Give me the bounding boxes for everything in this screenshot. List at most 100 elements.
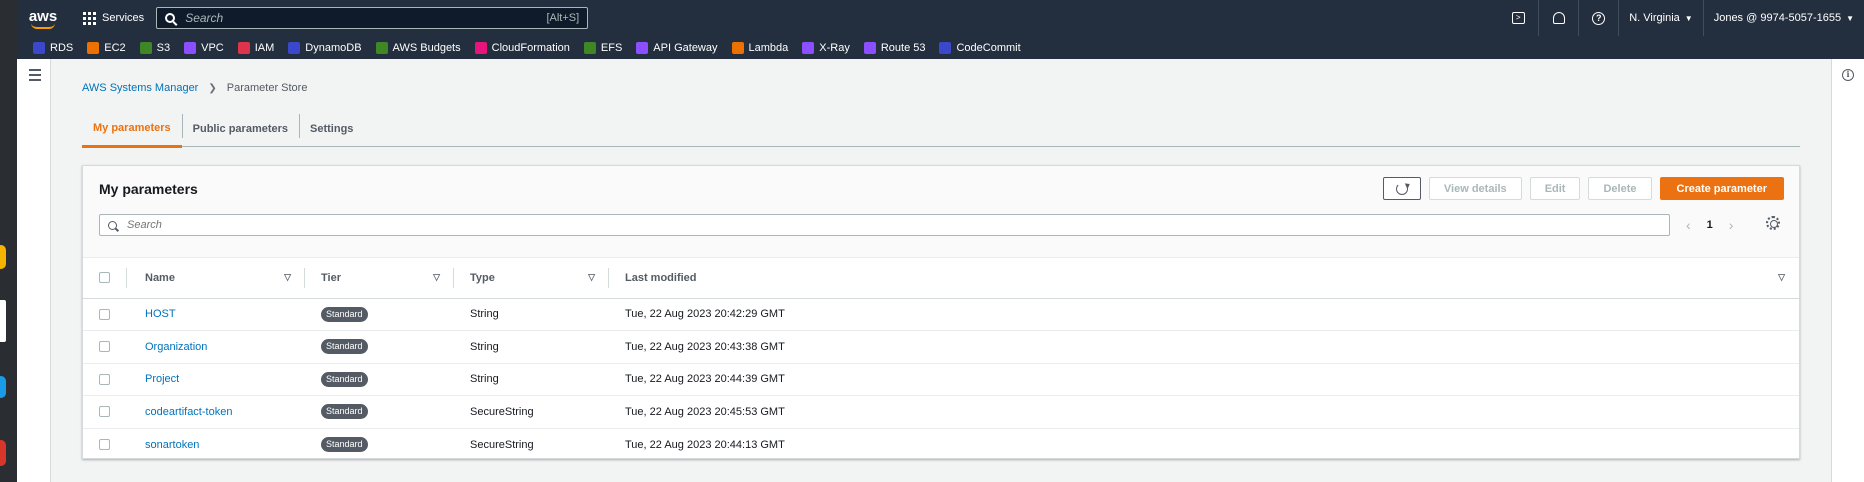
notifications-button[interactable] xyxy=(1538,0,1578,36)
desktop-icon xyxy=(0,440,6,466)
name-cell: codeartifact-token xyxy=(127,395,305,429)
table-row[interactable]: codeartifact-token Standard SecureString Tu… xyxy=(83,395,1799,429)
service-icon xyxy=(288,41,301,54)
service-icon xyxy=(863,41,876,54)
row-select-cell xyxy=(83,395,127,429)
help-icon: ? xyxy=(1592,11,1606,25)
region-selector[interactable]: N. Virginia ▼ xyxy=(1618,0,1702,36)
name-cell: Organization xyxy=(127,330,305,364)
row-checkbox[interactable] xyxy=(99,341,110,353)
favorite-aws-budgets[interactable]: AWS Budgets xyxy=(375,41,461,54)
parameter-name-link[interactable]: HOST xyxy=(145,308,176,320)
top-navigation: aws Services Search [Alt+S] > ? N. Virgi… xyxy=(17,0,1864,36)
create-parameter-button[interactable]: Create parameter xyxy=(1659,177,1784,200)
tier-cell: Standard xyxy=(305,363,454,396)
table-row[interactable]: sonartoken Standard SecureString Tue, 22 Au… xyxy=(83,428,1799,461)
column-header-label: Tier xyxy=(321,271,341,284)
chevron-right-icon: ❯ xyxy=(208,82,217,94)
favorite-label: Route 53 xyxy=(880,41,926,54)
favorite-vpc[interactable]: VPC xyxy=(184,41,224,54)
table-row[interactable]: Organization Standard String Tue, 22 Aug 20… xyxy=(83,330,1799,364)
cloudshell-icon: > xyxy=(1511,12,1525,24)
delete-button[interactable]: Delete xyxy=(1588,177,1652,200)
view-details-button[interactable]: View details xyxy=(1428,177,1522,200)
tab-settings[interactable]: Settings xyxy=(299,111,364,147)
cloudshell-button[interactable]: > xyxy=(1498,0,1538,36)
favorite-s3[interactable]: S3 xyxy=(139,41,170,54)
parameter-name-link[interactable]: codeartifact-token xyxy=(145,406,232,418)
service-icon xyxy=(939,41,952,54)
search-icon xyxy=(165,13,176,23)
help-button[interactable]: ? xyxy=(1578,0,1618,36)
parameter-name-link[interactable]: Project xyxy=(145,373,179,385)
gear-icon[interactable] xyxy=(1766,216,1780,230)
refresh-button[interactable] xyxy=(1382,177,1421,200)
favorite-rds[interactable]: RDS xyxy=(33,41,73,54)
last-modified-cell: Tue, 22 Aug 2023 20:44:13 GMT xyxy=(625,438,785,451)
breadcrumb: AWS Systems Manager ❯ Parameter Store xyxy=(82,82,307,94)
row-checkbox[interactable] xyxy=(99,308,110,320)
current-page[interactable]: 1 xyxy=(1707,219,1713,231)
next-page-icon[interactable]: › xyxy=(1729,217,1734,233)
column-header-label: Last modified xyxy=(625,271,697,284)
favorite-codecommit[interactable]: CodeCommit xyxy=(939,41,1021,54)
services-menu-button[interactable]: Services xyxy=(83,11,144,25)
edit-button[interactable]: Edit xyxy=(1529,177,1581,200)
parameter-name-link[interactable]: Organization xyxy=(145,341,207,353)
favorite-label: DynamoDB xyxy=(305,41,362,54)
menu-icon[interactable] xyxy=(29,69,41,84)
tier-cell: Standard xyxy=(305,298,454,331)
favorite-cloudformation[interactable]: CloudFormation xyxy=(474,41,570,54)
type-cell: SecureString xyxy=(470,438,534,451)
account-menu[interactable]: Jones @ 9974-5057-1655 ▼ xyxy=(1702,0,1864,36)
search-placeholder: Search xyxy=(185,11,224,25)
favorite-label: EC2 xyxy=(104,41,126,54)
favorites-bar: RDS EC2 S3 VPC IAM DynamoDB AWS Budgets CloudFo… xyxy=(17,36,1864,59)
name-cell: sonartoken xyxy=(127,428,305,461)
row-checkbox[interactable] xyxy=(99,373,110,385)
row-checkbox[interactable] xyxy=(99,439,110,450)
aws-logo[interactable]: aws xyxy=(17,8,69,29)
parameter-name-link[interactable]: sonartoken xyxy=(145,439,199,451)
favorite-dynamodb[interactable]: DynamoDB xyxy=(288,41,362,54)
select-all-checkbox[interactable] xyxy=(99,272,110,284)
tab-public-parameters[interactable]: Public parameters xyxy=(181,111,299,147)
favorite-api-gateway[interactable]: API Gateway xyxy=(636,41,718,54)
prev-page-icon[interactable]: ‹ xyxy=(1686,217,1691,233)
column-header-type[interactable]: Type ▽ xyxy=(454,258,609,299)
parameter-search-input[interactable] xyxy=(127,219,1532,231)
name-cell: Project xyxy=(127,363,305,396)
grid-icon xyxy=(83,11,96,25)
sort-icon: ▽ xyxy=(1778,272,1785,282)
breadcrumb-systems-manager[interactable]: AWS Systems Manager xyxy=(82,82,198,94)
row-checkbox[interactable] xyxy=(99,406,110,418)
service-icon xyxy=(33,41,45,54)
side-navigation-panel xyxy=(17,59,51,482)
favorite-lambda[interactable]: Lambda xyxy=(731,41,788,54)
column-header-name[interactable]: Name ▽ xyxy=(127,258,305,299)
refresh-icon xyxy=(1395,182,1408,195)
tier-cell: Standard xyxy=(305,395,454,429)
favorite-x-ray[interactable]: X-Ray xyxy=(802,41,850,54)
info-icon[interactable]: i xyxy=(1842,69,1854,81)
table-row[interactable]: Project Standard String Tue, 22 Aug 2023 20… xyxy=(83,363,1799,396)
sort-icon: ▽ xyxy=(433,272,440,282)
parameters-container: My parameters View details Edit Delete C… xyxy=(82,165,1800,459)
column-header-tier[interactable]: Tier ▽ xyxy=(305,258,454,299)
column-header-last-modified[interactable]: Last modified ▽ xyxy=(609,258,1799,299)
favorite-ec2[interactable]: EC2 xyxy=(87,41,126,54)
favorite-route-53[interactable]: Route 53 xyxy=(863,41,926,54)
type-cell: String xyxy=(454,330,609,364)
table-row[interactable]: HOST Standard String Tue, 22 Aug 2023 20:42… xyxy=(83,298,1799,331)
sort-icon: ▽ xyxy=(284,272,291,282)
type-cell: SecureString xyxy=(454,395,609,429)
favorite-iam[interactable]: IAM xyxy=(237,41,274,54)
service-icon xyxy=(87,41,100,54)
tab-my-parameters[interactable]: My parameters xyxy=(82,111,182,148)
favorite-efs[interactable]: EFS xyxy=(583,41,622,54)
global-search-input[interactable]: Search [Alt+S] xyxy=(156,7,589,29)
tier-badge: Standard xyxy=(321,404,368,420)
search-shortcut: [Alt+S] xyxy=(546,12,580,24)
row-select-cell xyxy=(83,330,127,364)
parameter-search[interactable] xyxy=(99,214,1670,236)
